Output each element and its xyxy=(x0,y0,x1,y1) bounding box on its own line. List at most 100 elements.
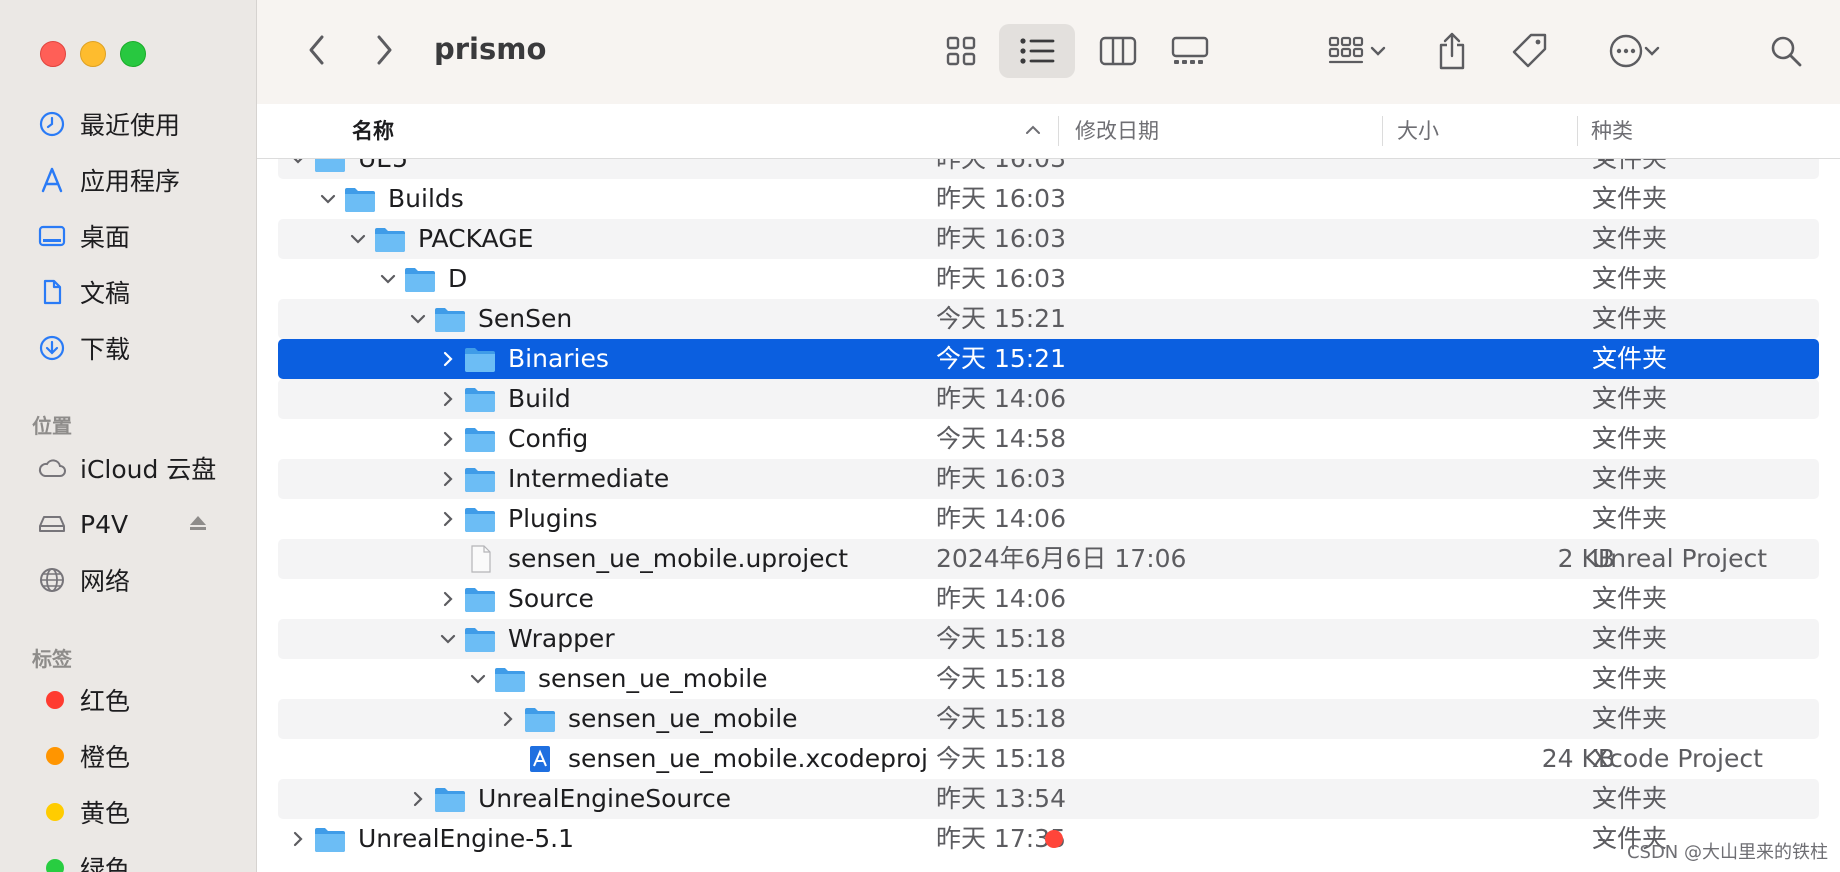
back-button[interactable] xyxy=(297,30,337,70)
folder-row[interactable]: SenSen 今天 15:21 -- 文件夹 xyxy=(278,299,1819,339)
red-tag-icon xyxy=(46,691,64,709)
folder-row[interactable]: D 昨天 16:03 -- 文件夹 xyxy=(278,259,1819,299)
gallery-view-button[interactable] xyxy=(1165,26,1215,76)
disclosure-collapsed-icon[interactable] xyxy=(408,789,428,809)
disclosure-expanded-icon[interactable] xyxy=(318,189,338,209)
row-kind: 文件夹 xyxy=(1592,264,1668,293)
row-name: Builds xyxy=(388,184,464,213)
sort-ascending-icon[interactable] xyxy=(1024,121,1042,143)
row-date-modified: 今天 15:18 xyxy=(936,664,1066,693)
disclosure-collapsed-icon[interactable] xyxy=(438,509,458,529)
sidebar-item-label: P4V xyxy=(80,509,129,539)
disclosure-collapsed-icon[interactable] xyxy=(438,389,458,409)
sidebar-section-locations: 位置 xyxy=(32,414,72,438)
folder-icon xyxy=(494,665,526,693)
share-button[interactable] xyxy=(1427,24,1477,78)
folder-row[interactable]: Config 今天 14:58 -- 文件夹 xyxy=(278,419,1819,459)
column-kind[interactable]: 种类 xyxy=(1591,104,1633,158)
tag-button[interactable] xyxy=(1505,26,1555,76)
folder-row[interactable]: Source 昨天 14:06 -- 文件夹 xyxy=(278,579,1819,619)
folder-row[interactable]: Builds 昨天 16:03 -- 文件夹 xyxy=(278,179,1819,219)
column-date-modified[interactable]: 修改日期 xyxy=(1075,104,1159,158)
row-kind: 文件夹 xyxy=(1592,224,1668,253)
row-kind: 文件夹 xyxy=(1592,344,1668,373)
folder-row[interactable]: sensen_ue_mobile 今天 15:18 -- 文件夹 xyxy=(278,699,1819,739)
maximize-button[interactable] xyxy=(120,41,146,67)
column-divider[interactable] xyxy=(1058,116,1059,146)
disclosure-collapsed-icon[interactable] xyxy=(438,429,458,449)
folder-row[interactable]: Plugins 昨天 14:06 -- 文件夹 xyxy=(278,499,1819,539)
sidebar-item-network[interactable]: 网络 xyxy=(36,558,244,602)
sidebar-item-label: 网络 xyxy=(80,567,131,596)
sidebar-item-applications[interactable]: 应用程序 xyxy=(36,158,244,202)
folder-row[interactable]: UE5昨天 16:03--文件夹 xyxy=(278,159,1819,179)
share-icon xyxy=(1439,32,1465,70)
disclosure-expanded-icon[interactable] xyxy=(378,269,398,289)
folder-row[interactable]: sensen_ue_mobile 今天 15:18 -- 文件夹 xyxy=(278,659,1819,699)
sidebar-item-icloud[interactable]: iCloud 云盘 xyxy=(36,446,244,490)
xcode-project-icon xyxy=(524,745,556,773)
row-name: PACKAGE xyxy=(418,224,534,253)
icon-view-button[interactable] xyxy=(936,26,986,76)
folder-row[interactable]: Binaries 今天 15:21 -- 文件夹 xyxy=(278,339,1819,379)
close-button[interactable] xyxy=(40,41,66,67)
minimize-button[interactable] xyxy=(80,41,106,67)
list-view-button[interactable] xyxy=(999,24,1075,78)
disclosure-expanded-icon[interactable] xyxy=(468,669,488,689)
column-divider[interactable] xyxy=(1577,116,1578,146)
row-date-modified: 今天 15:18 xyxy=(936,624,1066,653)
disclosure-collapsed-icon[interactable] xyxy=(288,829,308,849)
disclosure-expanded-icon[interactable] xyxy=(348,229,368,249)
sidebar-tag-yellow[interactable]: 黄色 xyxy=(36,790,244,834)
folder-icon xyxy=(464,625,496,653)
sidebar-item-desktop[interactable]: 桌面 xyxy=(36,214,244,258)
folder-row[interactable]: UnrealEngineSource 昨天 13:54 -- 文件夹 xyxy=(278,779,1819,819)
row-date-modified: 今天 15:21 xyxy=(936,344,1066,373)
forward-button[interactable] xyxy=(364,30,404,70)
file-row[interactable]: sensen_ue_mobile.xcodeproj 今天 15:18 24 KB X… xyxy=(278,739,1819,779)
search-button[interactable] xyxy=(1761,26,1811,76)
folder-icon xyxy=(464,385,496,413)
sidebar-tag-red[interactable]: 红色 xyxy=(36,678,244,722)
column-divider[interactable] xyxy=(1382,116,1383,146)
file-row[interactable]: sensen_ue_mobile.uproject 2024年6月6日 17:06… xyxy=(278,539,1819,579)
column-size[interactable]: 大小 xyxy=(1397,104,1439,158)
folder-row[interactable]: Build 昨天 14:06 -- 文件夹 xyxy=(278,379,1819,419)
sidebar-item-label: iCloud 云盘 xyxy=(80,455,217,484)
sidebar-item-downloads[interactable]: 下载 xyxy=(36,326,244,370)
row-name: sensen_ue_mobile xyxy=(568,704,798,733)
folder-icon xyxy=(464,465,496,493)
folder-row[interactable]: Intermediate 昨天 16:03 -- 文件夹 xyxy=(278,459,1819,499)
folder-icon xyxy=(344,185,376,213)
row-kind: Xcode Project xyxy=(1592,744,1763,773)
disclosure-collapsed-icon[interactable] xyxy=(438,349,458,369)
column-view-button[interactable] xyxy=(1093,26,1143,76)
disclosure-collapsed-icon[interactable] xyxy=(438,589,458,609)
watermark: CSDN @大山里来的铁柱 xyxy=(1626,842,1828,863)
row-date-modified: 昨天 16:03 xyxy=(936,184,1066,213)
apps-icon xyxy=(36,164,68,196)
sidebar-item-p4v[interactable]: P4V xyxy=(36,502,244,546)
folder-row[interactable]: PACKAGE 昨天 16:03 -- 文件夹 xyxy=(278,219,1819,259)
folder-row[interactable]: UnrealEngine-5.1 昨天 17:35 -- 文件夹 xyxy=(278,819,1819,859)
sidebar-item-label: 下载 xyxy=(80,335,131,364)
disclosure-collapsed-icon[interactable] xyxy=(498,709,518,729)
disclosure-expanded-icon[interactable] xyxy=(438,629,458,649)
sidebar-tag-green[interactable]: 绿色 xyxy=(36,846,244,872)
more-actions-button[interactable] xyxy=(1594,26,1674,76)
row-date-modified: 今天 14:58 xyxy=(936,424,1066,453)
sidebar-item-documents[interactable]: 文稿 xyxy=(36,270,244,314)
chevron-left-icon xyxy=(309,35,324,65)
download-icon xyxy=(36,332,68,364)
disclosure-expanded-icon[interactable] xyxy=(288,159,308,169)
eject-icon[interactable] xyxy=(188,514,208,536)
disclosure-collapsed-icon[interactable] xyxy=(438,469,458,489)
column-name[interactable]: 名称 xyxy=(352,104,394,158)
folder-icon xyxy=(464,585,496,613)
folder-row[interactable]: Wrapper 今天 15:18 -- 文件夹 xyxy=(278,619,1819,659)
disclosure-expanded-icon[interactable] xyxy=(408,309,428,329)
group-by-button[interactable] xyxy=(1317,26,1397,76)
sidebar-tag-orange[interactable]: 橙色 xyxy=(36,734,244,778)
window-title: prismo xyxy=(434,32,547,66)
sidebar-item-recents[interactable]: 最近使用 xyxy=(36,102,244,146)
